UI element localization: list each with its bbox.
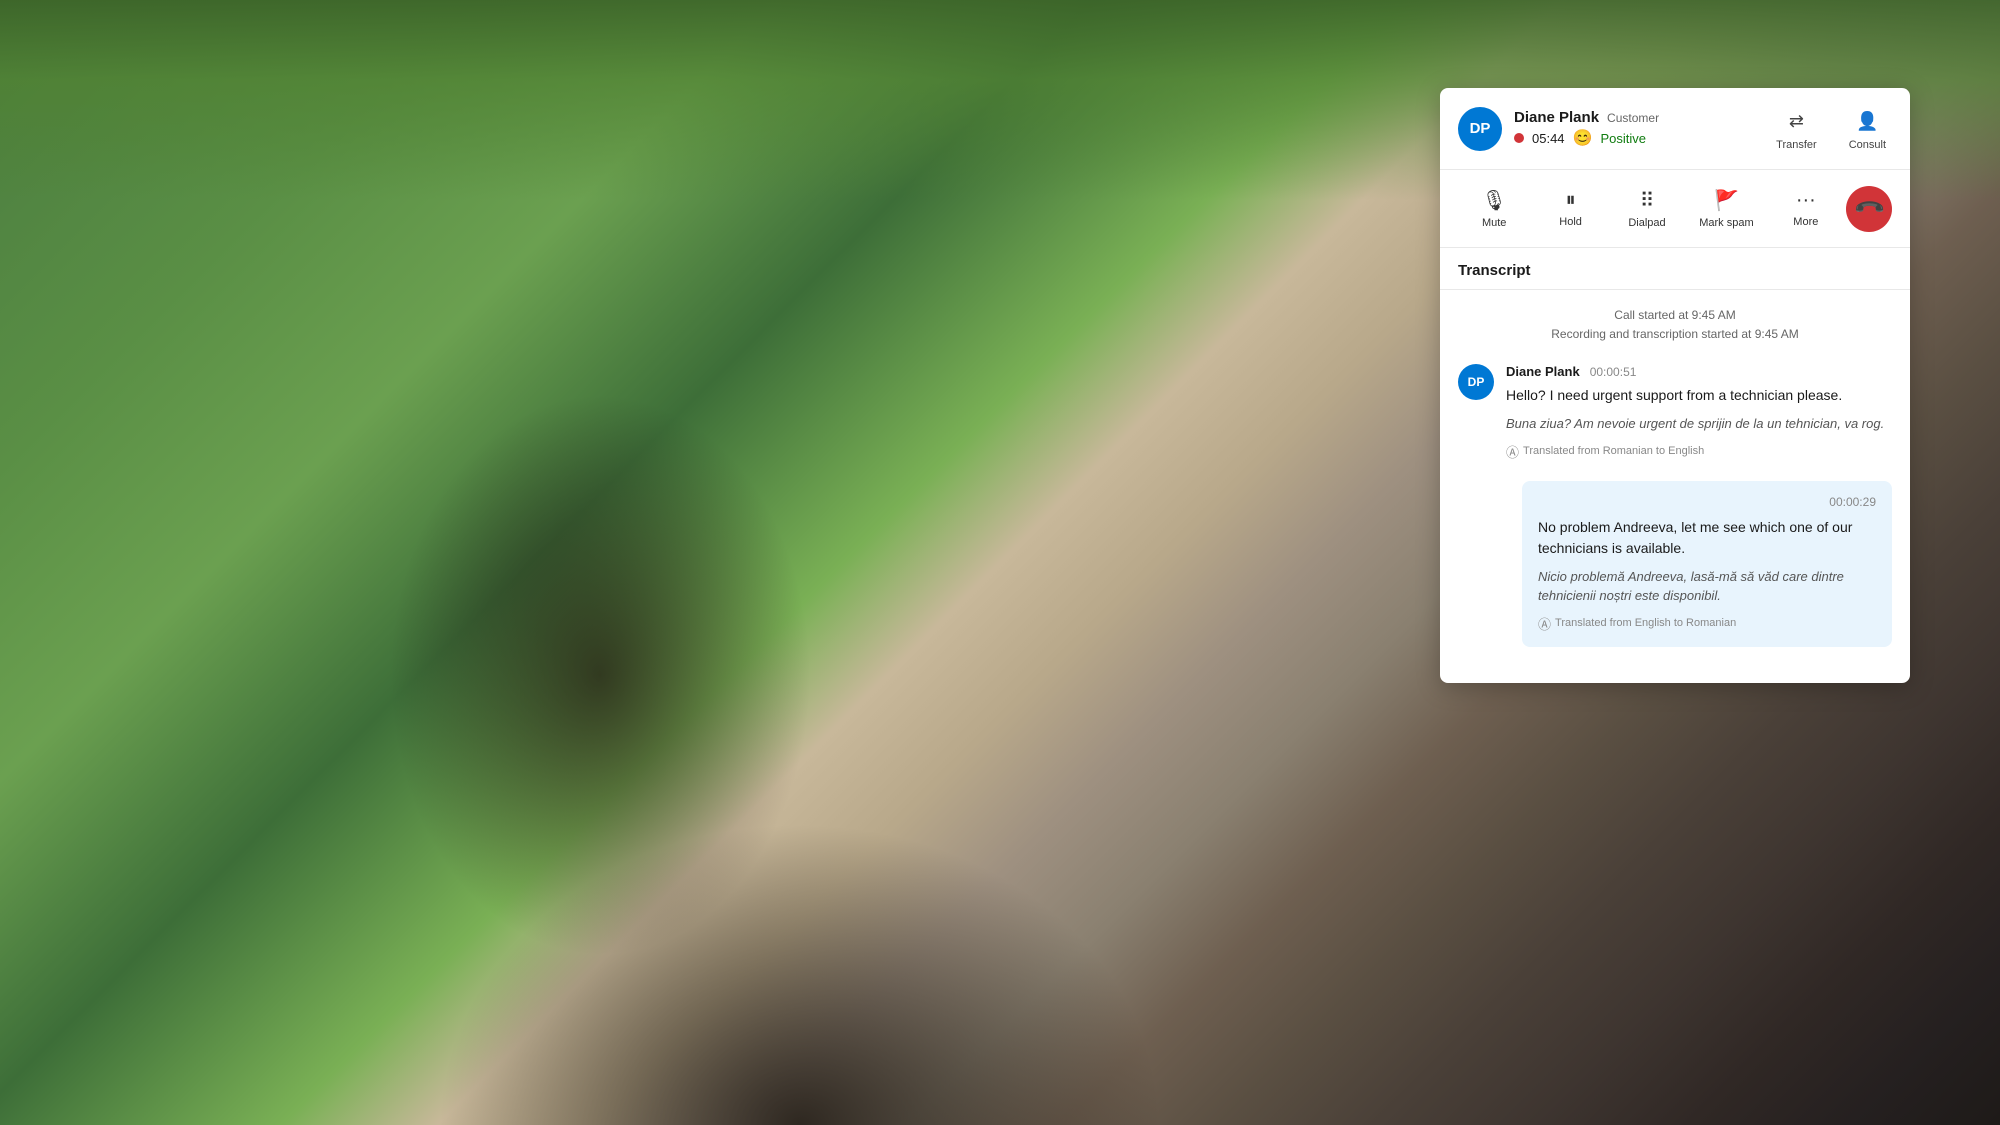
- customer-message-translated: Buna ziua? Am nevoie urgent de sprijin d…: [1506, 414, 1892, 434]
- hold-icon: ⏸: [1566, 189, 1576, 212]
- call-toolbar: 🎙 Mute ⏸ Hold ⠿ Dialpad 🚩 Mark spam ··· …: [1440, 170, 1910, 248]
- customer-message-time: 00:00:51: [1590, 365, 1637, 379]
- call-info: Call started at 9:45 AM Recording and tr…: [1458, 306, 1892, 344]
- consult-icon: 👤: [1852, 106, 1882, 136]
- header-info: Diane Plank Customer 05:44 😊 Positive: [1514, 109, 1758, 148]
- transcript-title: Transcript: [1440, 248, 1910, 289]
- call-panel: DP Diane Plank Customer 05:44 😊 Positive…: [1440, 88, 1910, 683]
- customer-message-header: Diane Plank 00:00:51: [1506, 364, 1892, 379]
- translate-icon-agent: Ⓐ: [1538, 614, 1551, 633]
- dialpad-label: Dialpad: [1628, 217, 1665, 229]
- transfer-label: Transfer: [1776, 139, 1817, 151]
- agent-message-translated: Nicio problemă Andreeva, lasă-mă să văd …: [1538, 567, 1876, 606]
- hold-label: Hold: [1559, 216, 1582, 228]
- mute-icon: 🎙: [1482, 188, 1507, 213]
- agent-message-text: No problem Andreeva, let me see which on…: [1538, 517, 1876, 559]
- consult-button[interactable]: 👤 Consult: [1843, 102, 1892, 155]
- transfer-icon: ⇄: [1781, 106, 1811, 136]
- sentiment-label: Positive: [1600, 131, 1646, 146]
- avatar: DP: [1458, 107, 1502, 151]
- customer-translation-note-text: Translated from Romanian to English: [1523, 445, 1704, 457]
- header-status-row: 05:44 😊 Positive: [1514, 128, 1758, 148]
- mark-spam-button[interactable]: 🚩 Mark spam: [1687, 180, 1765, 237]
- panel-header: DP Diane Plank Customer 05:44 😊 Positive…: [1440, 88, 1910, 170]
- customer-message-content: Diane Plank 00:00:51 Hello? I need urgen…: [1506, 364, 1892, 461]
- more-button[interactable]: ··· More: [1770, 181, 1842, 236]
- sentiment-icon: 😊: [1573, 128, 1593, 148]
- customer-role: Customer: [1607, 111, 1659, 125]
- agent-translation-note-text: Translated from English to Romanian: [1555, 617, 1736, 629]
- mark-spam-label: Mark spam: [1699, 217, 1753, 229]
- agent-message-time: 00:00:29: [1538, 495, 1876, 509]
- dialpad-button[interactable]: ⠿ Dialpad: [1611, 180, 1683, 237]
- customer-avatar: DP: [1458, 364, 1494, 400]
- call-timer: 05:44: [1532, 131, 1565, 146]
- mute-button[interactable]: 🎙 Mute: [1458, 180, 1530, 237]
- transcript-body[interactable]: Call started at 9:45 AM Recording and tr…: [1440, 290, 1910, 683]
- call-started-text: Call started at 9:45 AM: [1458, 306, 1892, 325]
- translate-icon-customer: Ⓐ: [1506, 442, 1519, 461]
- consult-label: Consult: [1849, 139, 1886, 151]
- customer-message-name: Diane Plank: [1506, 364, 1580, 379]
- end-call-button[interactable]: 📞: [1846, 186, 1892, 232]
- header-name-row: Diane Plank Customer: [1514, 109, 1758, 126]
- mute-label: Mute: [1482, 217, 1506, 229]
- dialpad-icon: ⠿: [1640, 188, 1655, 213]
- customer-translation-note: Ⓐ Translated from Romanian to English: [1506, 442, 1892, 461]
- end-call-icon: 📞: [1851, 191, 1886, 226]
- more-label: More: [1793, 216, 1818, 228]
- customer-message: DP Diane Plank 00:00:51 Hello? I need ur…: [1458, 364, 1892, 461]
- recording-started-text: Recording and transcription started at 9…: [1458, 325, 1892, 344]
- customer-message-text: Hello? I need urgent support from a tech…: [1506, 385, 1892, 406]
- agent-bubble: 00:00:29 No problem Andreeva, let me see…: [1522, 481, 1892, 647]
- header-actions: ⇄ Transfer 👤 Consult: [1770, 102, 1892, 155]
- customer-name: Diane Plank: [1514, 109, 1599, 126]
- transfer-button[interactable]: ⇄ Transfer: [1770, 102, 1823, 155]
- recording-indicator: [1514, 133, 1524, 143]
- mark-spam-icon: 🚩: [1714, 188, 1739, 213]
- more-icon: ···: [1796, 189, 1816, 212]
- agent-translation-note: Ⓐ Translated from English to Romanian: [1538, 614, 1876, 633]
- agent-message-row: 00:00:29 No problem Andreeva, let me see…: [1458, 481, 1892, 647]
- hold-button[interactable]: ⏸ Hold: [1534, 181, 1606, 236]
